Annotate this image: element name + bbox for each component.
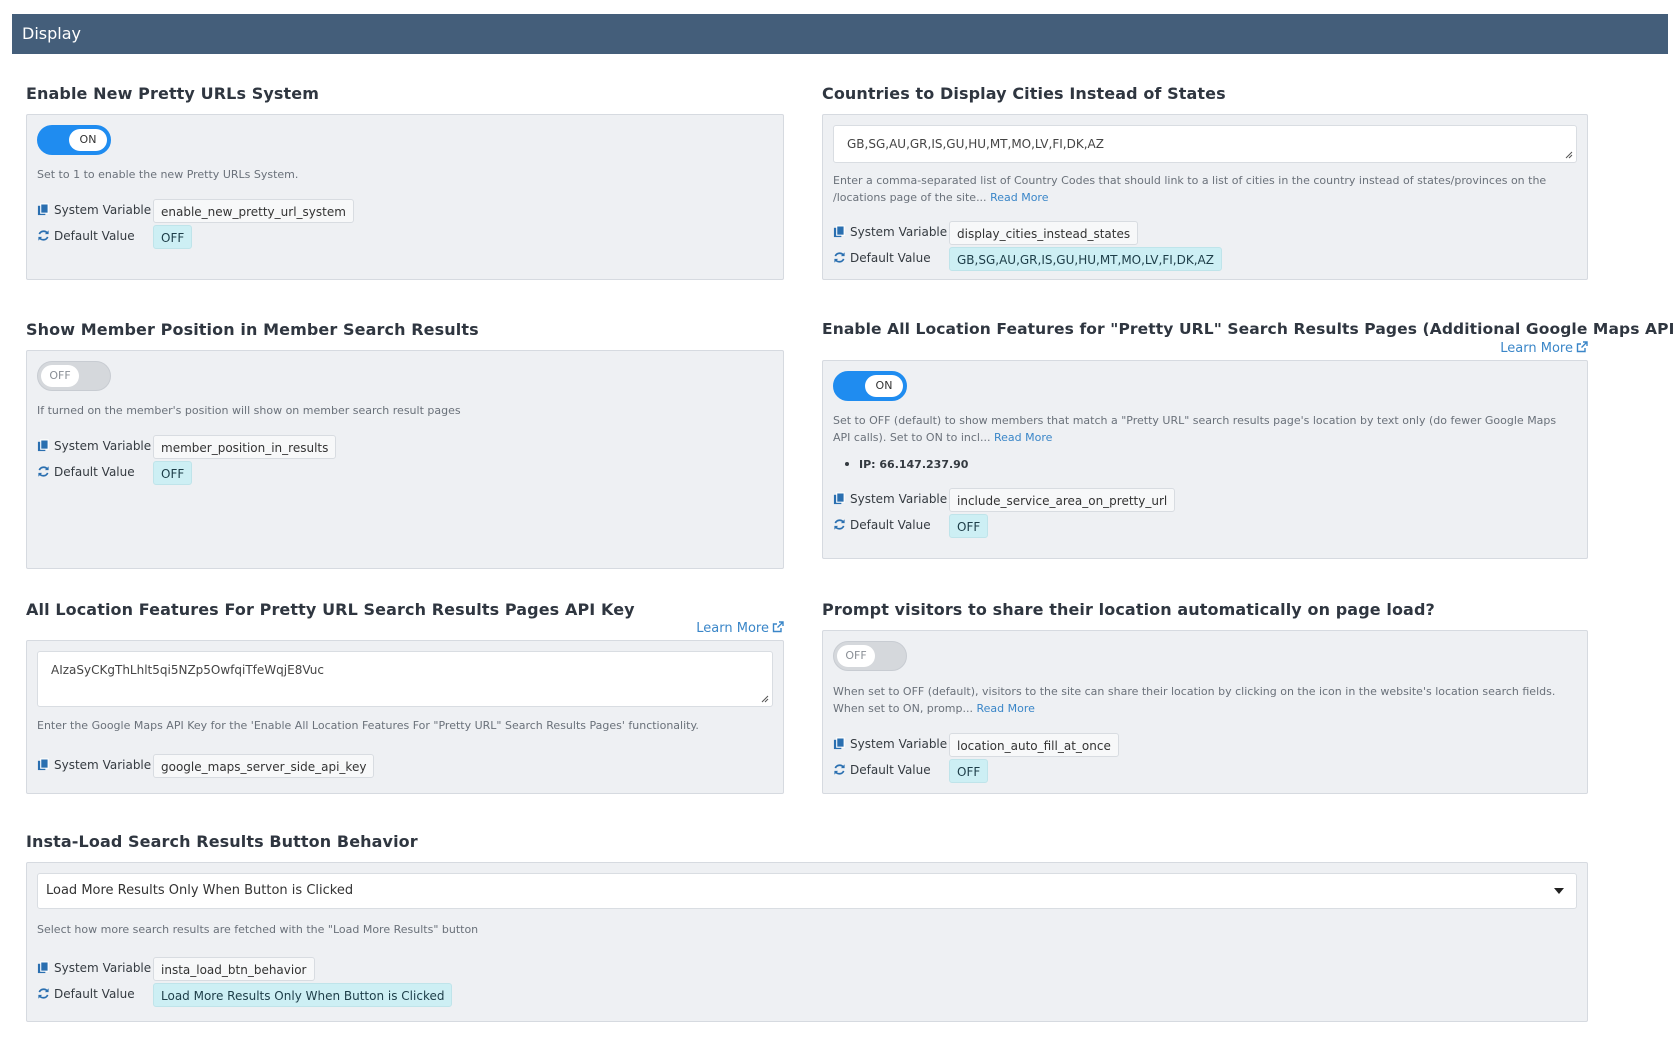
setting-title: Countries to Display Cities Instead of S… <box>822 84 1226 103</box>
resize-grip-icon[interactable] <box>760 694 769 703</box>
select-value: Load More Results Only When Button is Cl… <box>46 883 354 898</box>
refresh-icon <box>38 230 49 241</box>
default-value: Load More Results Only When Button is Cl… <box>153 983 453 1007</box>
setting-help-text: Set to 1 to enable the new Pretty URLs S… <box>37 168 299 181</box>
copy-icon <box>833 737 845 750</box>
default-value: OFF <box>153 461 193 485</box>
default-value: OFF <box>949 759 989 783</box>
api-key-value: AIzaSyCKgThLhlt5qi5NZp5OwfqiTfeWqjE8Vuc <box>51 663 324 677</box>
default-value-label: Default Value <box>37 987 135 1001</box>
setting-title: Show Member Position in Member Search Re… <box>26 320 479 339</box>
setting-panel: GB,SG,AU,GR,IS,GU,HU,MT,MO,LV,FI,DK,AZ E… <box>822 114 1588 280</box>
section-header: Display <box>12 14 1668 54</box>
setting-countries-cities: Countries to Display Cities Instead of S… <box>822 84 1588 284</box>
toggle-knob: OFF <box>41 365 79 387</box>
system-variable-value: location_auto_fill_at_once <box>949 733 1119 757</box>
member-position-toggle[interactable]: OFF <box>37 361 111 391</box>
system-variable-label: System Variable <box>833 492 947 506</box>
toggle-knob: ON <box>865 375 903 397</box>
copy-icon <box>833 225 845 238</box>
setting-help-text: Set to OFF (default) to show members tha… <box>833 414 1557 444</box>
section-title: Display <box>22 24 81 43</box>
setting-title: All Location Features For Pretty URL Sea… <box>26 600 635 619</box>
system-variable-label: System Variable <box>833 225 947 239</box>
read-more-link[interactable]: Read More <box>994 431 1052 444</box>
setting-panel: ON Set to 1 to enable the new Pretty URL… <box>26 114 784 280</box>
setting-help-text: Enter the Google Maps API Key for the 'E… <box>37 719 699 732</box>
setting-title: Enable All Location Features for "Pretty… <box>822 320 1679 338</box>
refresh-icon <box>38 466 49 477</box>
chevron-down-icon <box>1554 888 1564 894</box>
location-features-toggle[interactable]: ON <box>833 371 907 401</box>
copy-icon <box>833 492 845 505</box>
resize-grip-icon[interactable] <box>1564 150 1573 159</box>
refresh-icon <box>834 519 845 530</box>
default-value-label: Default Value <box>833 518 931 532</box>
setting-title: Prompt visitors to share their location … <box>822 600 1435 619</box>
external-link-icon <box>1576 341 1588 353</box>
system-variable-label: System Variable <box>37 961 151 975</box>
setting-location-features: Enable All Location Features for "Pretty… <box>822 320 1679 580</box>
default-value-label: Default Value <box>37 465 135 479</box>
copy-icon <box>37 439 49 452</box>
setting-share-location: Prompt visitors to share their location … <box>822 600 1588 815</box>
system-variable-label: System Variable <box>37 758 151 772</box>
setting-help-text: Enter a comma-separated list of Country … <box>833 174 1547 204</box>
learn-more-link[interactable]: Learn More <box>1500 341 1588 356</box>
countries-textarea[interactable]: GB,SG,AU,GR,IS,GU,HU,MT,MO,LV,FI,DK,AZ <box>833 125 1577 163</box>
learn-more-link[interactable]: Learn More <box>696 621 784 636</box>
system-variable-value: member_position_in_results <box>153 435 337 459</box>
share-location-toggle[interactable]: OFF <box>833 641 907 671</box>
refresh-icon <box>38 988 49 999</box>
setting-panel: OFF When set to OFF (default), visitors … <box>822 630 1588 794</box>
default-value-label: Default Value <box>833 763 931 777</box>
setting-title: Enable New Pretty URLs System <box>26 84 319 103</box>
setting-title: Insta-Load Search Results Button Behavio… <box>26 832 418 851</box>
system-variable-value: google_maps_server_side_api_key <box>153 754 375 778</box>
setting-member-position: Show Member Position in Member Search Re… <box>26 320 784 580</box>
setting-help-text: If turned on the member's position will … <box>37 404 461 417</box>
setting-help-text: When set to OFF (default), visitors to t… <box>833 685 1556 715</box>
default-value-label: Default Value <box>833 251 931 265</box>
setting-panel: Load More Results Only When Button is Cl… <box>26 862 1588 1022</box>
setting-insta-load: Insta-Load Search Results Button Behavio… <box>26 832 1588 1032</box>
copy-icon <box>37 758 49 771</box>
system-variable-value: insta_load_btn_behavior <box>153 957 315 981</box>
setting-pretty-urls: Enable New Pretty URLs System ON Set to … <box>26 84 784 284</box>
system-variable-label: System Variable <box>37 203 151 217</box>
api-key-textarea[interactable]: AIzaSyCKgThLhlt5qi5NZp5OwfqiTfeWqjE8Vuc <box>37 651 773 707</box>
default-value: OFF <box>153 225 193 249</box>
toggle-knob: OFF <box>837 645 875 667</box>
countries-value: GB,SG,AU,GR,IS,GU,HU,MT,MO,LV,FI,DK,AZ <box>847 137 1104 151</box>
read-more-link[interactable]: Read More <box>977 702 1035 715</box>
system-variable-value: enable_new_pretty_url_system <box>153 199 354 223</box>
default-value: OFF <box>949 514 989 538</box>
system-variable-label: System Variable <box>37 439 151 453</box>
insta-load-select[interactable]: Load More Results Only When Button is Cl… <box>37 873 1577 909</box>
setting-panel: OFF If turned on the member's position w… <box>26 350 784 569</box>
ip-address: IP: 66.147.237.90 <box>845 458 968 471</box>
copy-icon <box>37 961 49 974</box>
setting-panel: ON Set to OFF (default) to show members … <box>822 360 1588 559</box>
default-value: GB,SG,AU,GR,IS,GU,HU,MT,MO,LV,FI,DK,AZ <box>949 247 1222 271</box>
pretty-urls-toggle[interactable]: ON <box>37 125 111 155</box>
setting-api-key: All Location Features For Pretty URL Sea… <box>26 600 784 815</box>
refresh-icon <box>834 252 845 263</box>
copy-icon <box>37 203 49 216</box>
system-variable-label: System Variable <box>833 737 947 751</box>
system-variable-value: include_service_area_on_pretty_url <box>949 488 1176 512</box>
read-more-link[interactable]: Read More <box>990 191 1048 204</box>
default-value-label: Default Value <box>37 229 135 243</box>
toggle-knob: ON <box>69 129 107 151</box>
system-variable-value: display_cities_instead_states <box>949 221 1139 245</box>
external-link-icon <box>772 621 784 633</box>
setting-panel: AIzaSyCKgThLhlt5qi5NZp5OwfqiTfeWqjE8Vuc … <box>26 640 784 794</box>
refresh-icon <box>834 764 845 775</box>
setting-help-text: Select how more search results are fetch… <box>37 923 479 936</box>
